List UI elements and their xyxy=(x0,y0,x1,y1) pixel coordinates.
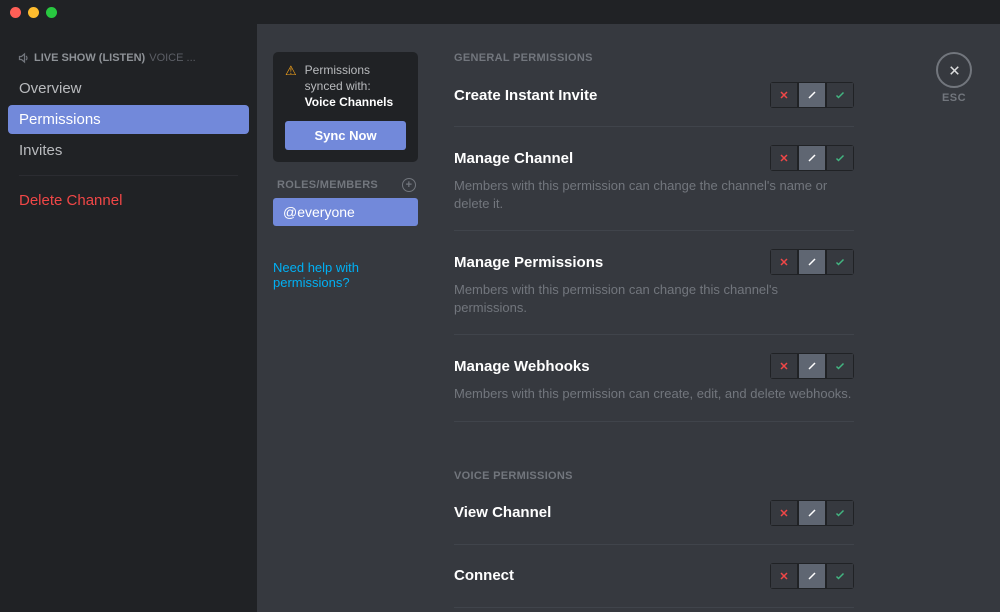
perm-manage-permissions: Manage Permissions Members with this per… xyxy=(454,249,854,316)
nav-invites[interactable]: Invites xyxy=(8,136,249,165)
add-role-button[interactable]: + xyxy=(402,178,416,192)
esc-label: ESC xyxy=(936,92,972,104)
perm-description: Members with this permission can create,… xyxy=(454,385,854,403)
nav-separator xyxy=(19,175,238,176)
divider xyxy=(454,607,854,608)
perm-toggle xyxy=(770,82,854,108)
nav-overview[interactable]: Overview xyxy=(8,74,249,103)
perm-passthrough-button[interactable] xyxy=(798,563,826,589)
macos-titlebar xyxy=(0,0,1000,24)
perm-toggle xyxy=(770,249,854,275)
perm-toggle xyxy=(770,353,854,379)
roles-header-label: ROLES/MEMBERS xyxy=(277,179,378,191)
perm-passthrough-button[interactable] xyxy=(798,82,826,108)
perm-label: View Channel xyxy=(454,504,551,521)
perm-label: Create Instant Invite xyxy=(454,87,597,104)
perm-deny-button[interactable] xyxy=(770,353,798,379)
perm-description: Members with this permission can change … xyxy=(454,281,854,316)
warning-icon: ⚠ xyxy=(285,62,297,111)
perm-label: Connect xyxy=(454,567,514,584)
divider xyxy=(454,421,854,422)
perm-allow-button[interactable] xyxy=(826,500,854,526)
speaker-icon xyxy=(18,52,30,64)
section-voice-permissions: VOICE PERMISSIONS xyxy=(454,470,854,482)
perm-allow-button[interactable] xyxy=(826,249,854,275)
perm-deny-button[interactable] xyxy=(770,249,798,275)
window-minimize-dot[interactable] xyxy=(28,7,39,18)
perm-connect: Connect xyxy=(454,563,854,589)
close-icon xyxy=(947,63,962,78)
close-button[interactable] xyxy=(936,52,972,88)
perm-passthrough-button[interactable] xyxy=(798,145,826,171)
section-general-permissions: GENERAL PERMISSIONS xyxy=(454,52,854,64)
settings-sidebar: LIVE SHOW (LISTEN) VOICE ... Overview Pe… xyxy=(0,24,257,612)
perm-deny-button[interactable] xyxy=(770,145,798,171)
help-permissions-link[interactable]: Need help with permissions? xyxy=(273,260,418,290)
perm-toggle xyxy=(770,563,854,589)
sync-category: Voice Channels xyxy=(305,94,406,110)
perm-deny-button[interactable] xyxy=(770,500,798,526)
nav-permissions[interactable]: Permissions xyxy=(8,105,249,134)
perm-allow-button[interactable] xyxy=(826,353,854,379)
breadcrumb-category: VOICE ... xyxy=(149,52,195,64)
perm-label: Manage Channel xyxy=(454,150,573,167)
sync-now-button[interactable]: Sync Now xyxy=(285,121,406,150)
perm-create-instant-invite: Create Instant Invite xyxy=(454,82,854,108)
perm-toggle xyxy=(770,500,854,526)
breadcrumb-channel: LIVE SHOW (LISTEN) xyxy=(34,52,145,64)
perm-manage-channel: Manage Channel Members with this permiss… xyxy=(454,145,854,212)
perm-passthrough-button[interactable] xyxy=(798,249,826,275)
perm-label: Manage Permissions xyxy=(454,254,603,271)
sync-line1: Permissions synced with: xyxy=(305,62,406,94)
divider xyxy=(454,544,854,545)
window-close-dot[interactable] xyxy=(10,7,21,18)
perm-allow-button[interactable] xyxy=(826,82,854,108)
nav-delete-channel[interactable]: Delete Channel xyxy=(8,186,249,215)
perm-toggle xyxy=(770,145,854,171)
perm-label: Manage Webhooks xyxy=(454,358,590,375)
divider xyxy=(454,230,854,231)
perm-deny-button[interactable] xyxy=(770,563,798,589)
role-everyone[interactable]: @everyone xyxy=(273,198,418,226)
perm-manage-webhooks: Manage Webhooks Members with this permis… xyxy=(454,353,854,403)
perm-allow-button[interactable] xyxy=(826,145,854,171)
divider xyxy=(454,126,854,127)
perm-view-channel: View Channel xyxy=(454,500,854,526)
perm-deny-button[interactable] xyxy=(770,82,798,108)
perm-allow-button[interactable] xyxy=(826,563,854,589)
perm-passthrough-button[interactable] xyxy=(798,500,826,526)
divider xyxy=(454,334,854,335)
perm-passthrough-button[interactable] xyxy=(798,353,826,379)
permissions-panel: GENERAL PERMISSIONS Create Instant Invit… xyxy=(434,52,854,612)
breadcrumb: LIVE SHOW (LISTEN) VOICE ... xyxy=(8,52,249,74)
window-zoom-dot[interactable] xyxy=(46,7,57,18)
sync-card: ⚠ Permissions synced with: Voice Channel… xyxy=(273,52,418,162)
perm-description: Members with this permission can change … xyxy=(454,177,854,212)
